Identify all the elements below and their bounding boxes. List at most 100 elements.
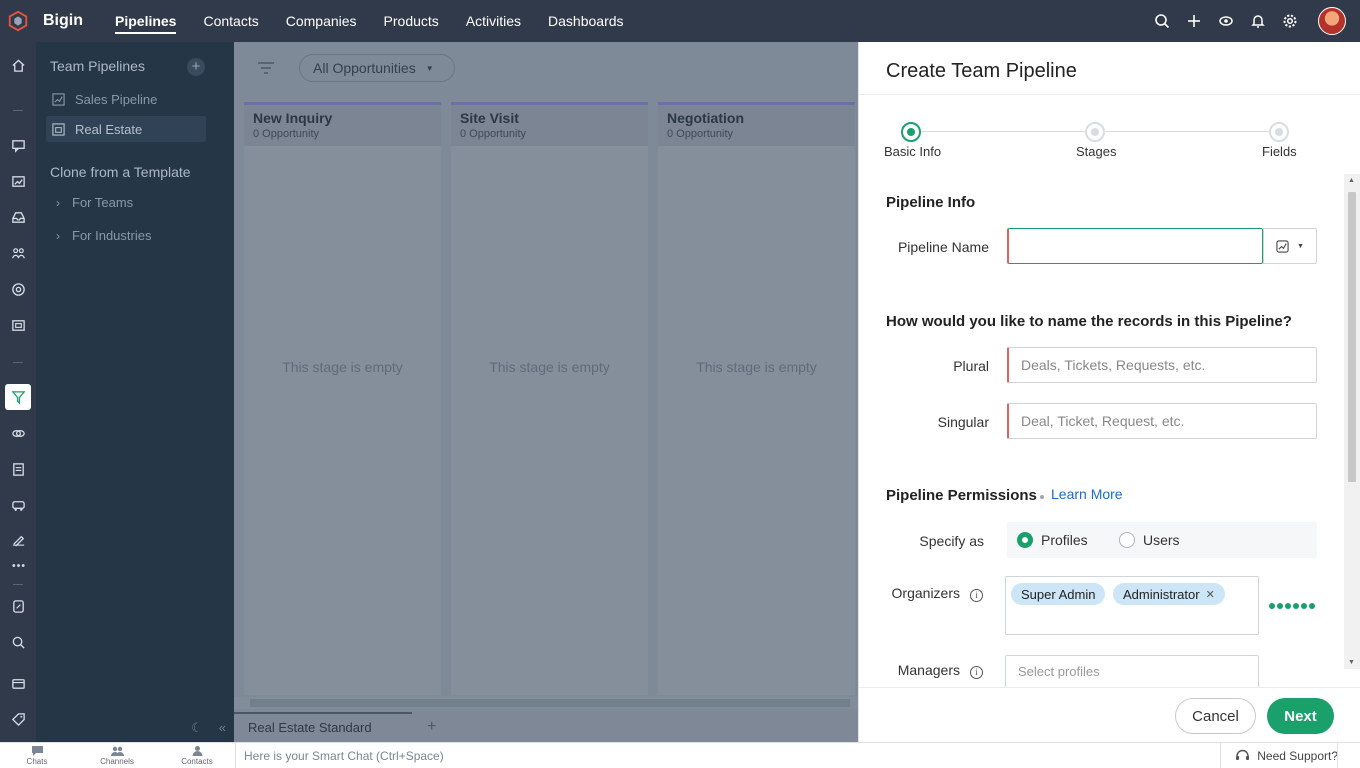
pen-icon[interactable] [5, 526, 31, 552]
plural-input[interactable] [1007, 347, 1317, 383]
document-icon[interactable] [5, 456, 31, 482]
step-stages-dot[interactable] [1085, 122, 1105, 142]
team-icon[interactable] [5, 240, 31, 266]
organizers-input[interactable]: Super Admin Administrator ✕ [1005, 576, 1259, 635]
horizontal-scrollbar[interactable] [234, 697, 858, 709]
chip-administrator: Administrator ✕ [1113, 583, 1225, 605]
chart-icon[interactable] [5, 168, 31, 194]
contacts-button[interactable]: Contacts [167, 745, 227, 766]
module-rail [0, 42, 36, 742]
drawer-scrollbar[interactable]: ▲ ▼ [1344, 174, 1360, 669]
radio-label: Profiles [1041, 532, 1088, 548]
managers-input[interactable]: Select profiles [1005, 655, 1259, 687]
need-support-button[interactable]: Need Support? [1235, 749, 1338, 763]
learn-more-link[interactable]: Learn More [1051, 486, 1123, 502]
chevron-down-icon: ▼ [1297, 242, 1304, 250]
tree-item-for-industries[interactable]: › For Industries [56, 228, 151, 243]
pipeline-name-input[interactable] [1007, 228, 1263, 264]
sidebar-item-sales-pipeline[interactable]: Sales Pipeline [46, 86, 206, 112]
vehicle-icon[interactable] [5, 492, 31, 518]
stage-name: Site Visit [460, 110, 519, 126]
info-icon[interactable]: i [970, 589, 983, 602]
chats-button[interactable]: Chats [7, 745, 67, 766]
cancel-button[interactable]: Cancel [1175, 698, 1256, 734]
tab-real-estate-standard[interactable]: Real Estate Standard [234, 712, 412, 742]
sync-icon[interactable] [1210, 0, 1242, 42]
stage-count: 0 Opportunity [667, 128, 734, 140]
search-icon[interactable] [1146, 0, 1178, 42]
moon-icon[interactable]: ☾ [191, 720, 203, 736]
person-icon [192, 746, 202, 756]
pipeline-chart-icon [52, 122, 65, 136]
stage-column: New Inquiry 0 Opportunity This stage is e… [244, 102, 441, 695]
team-pipelines-title: Team Pipelines [50, 58, 145, 74]
tree-item-label: For Industries [72, 228, 152, 243]
tree-item-for-teams[interactable]: › For Teams [56, 195, 133, 210]
headset-icon [1236, 749, 1250, 760]
tree-item-label: For Teams [72, 195, 134, 210]
nav-products[interactable]: Products [384, 0, 439, 42]
create-pipeline-drawer: Create Team Pipeline Basic Info Stages F… [858, 42, 1360, 742]
add-pipeline-button[interactable]: + [187, 58, 205, 76]
pipeline-icon-picker[interactable]: ▼ [1263, 228, 1317, 264]
step-basic-info-dot[interactable] [901, 122, 921, 142]
contacts-label: Contacts [181, 757, 213, 766]
managers-label: Managers [897, 662, 960, 678]
nav-dashboards[interactable]: Dashboards [548, 0, 624, 42]
pipeline-tabbar: Real Estate Standard + [234, 712, 858, 742]
gear-icon[interactable] [1274, 0, 1306, 42]
pipeline-chart-icon [52, 92, 65, 106]
stage-empty-text: This stage is empty [282, 359, 403, 375]
bigin-logo-icon[interactable] [0, 0, 36, 42]
pipeline-info-title: Pipeline Info [886, 194, 976, 211]
sidebar-item-real-estate[interactable]: Real Estate [46, 116, 206, 142]
singular-input[interactable] [1007, 403, 1317, 439]
pipeline-board: All Opportunities ▼ New Inquiry 0 Opportu… [234, 42, 858, 742]
step-label-basic-info: Basic Info [884, 144, 942, 159]
collapse-icon[interactable]: « [219, 720, 226, 736]
step-label-fields: Fields [1262, 144, 1297, 159]
stage-empty-text: This stage is empty [696, 359, 817, 375]
stage-name: New Inquiry [253, 110, 333, 126]
link-icon[interactable] [5, 420, 31, 446]
nav-contacts[interactable]: Contacts [203, 0, 258, 42]
pipeline-icon[interactable] [5, 384, 31, 410]
chart-icon [1276, 239, 1289, 253]
nav-pipelines[interactable]: Pipelines [115, 0, 177, 42]
step-fields-dot[interactable] [1269, 122, 1289, 142]
chat-bubble-icon [31, 746, 43, 756]
radio-label: Users [1143, 532, 1180, 548]
avatar[interactable] [1318, 7, 1346, 35]
add-icon[interactable] [1178, 0, 1210, 42]
singular-label: Singular [937, 414, 989, 430]
brand-name: Bigin [43, 12, 83, 29]
chevron-down-icon: ▼ [425, 63, 434, 73]
more-icon[interactable] [5, 552, 31, 578]
tag-icon[interactable] [5, 706, 31, 732]
channels-label: Channels [100, 757, 134, 766]
wallet-icon[interactable] [5, 670, 31, 696]
nav-companies[interactable]: Companies [286, 0, 357, 42]
view-selector[interactable]: All Opportunities ▼ [299, 54, 455, 82]
smart-chat-input[interactable]: Here is your Smart Chat (Ctrl+Space) [244, 749, 444, 763]
gallery-icon[interactable] [5, 312, 31, 338]
inbox-icon[interactable] [5, 204, 31, 230]
chat-icon[interactable] [5, 132, 31, 158]
info-icon[interactable]: i [970, 666, 983, 679]
view-selector-label: All Opportunities [313, 60, 416, 76]
search-record-icon[interactable] [5, 629, 31, 655]
notes-icon[interactable] [5, 593, 31, 619]
filter-icon[interactable] [256, 59, 276, 77]
remove-chip-icon[interactable]: ✕ [1206, 588, 1215, 601]
home-icon[interactable] [5, 52, 31, 78]
nav-activities[interactable]: Activities [466, 0, 521, 42]
stage-name: Negotiation [667, 110, 744, 126]
radio-users[interactable]: Users [1119, 532, 1180, 548]
at-icon[interactable] [5, 276, 31, 302]
bell-icon[interactable] [1242, 0, 1274, 42]
add-tab-icon[interactable]: + [427, 718, 436, 736]
radio-profiles[interactable]: Profiles [1017, 532, 1088, 548]
next-button[interactable]: Next [1267, 698, 1334, 734]
channels-button[interactable]: Channels [87, 745, 147, 766]
drawer-footer: Cancel Next [859, 687, 1360, 742]
